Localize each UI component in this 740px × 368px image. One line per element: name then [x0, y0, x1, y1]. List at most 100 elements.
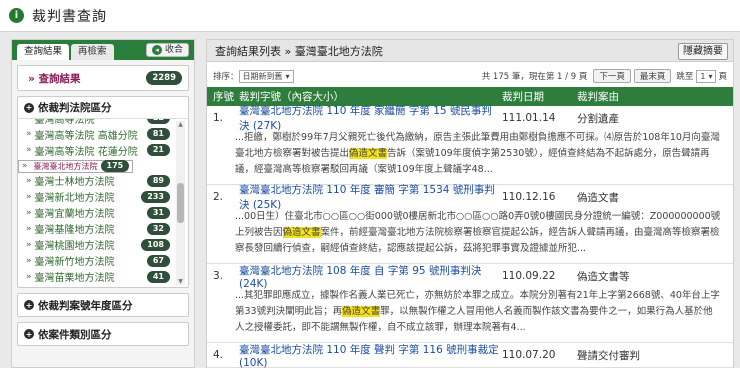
chevron-left-icon: ◂ [151, 45, 162, 55]
court-filter-item[interactable]: » 臺灣苗栗地方法院 41 [18, 269, 188, 285]
case-link[interactable]: 臺灣臺北地方法院 108 年度 自 字第 95 號刑事判決 (24K) [237, 263, 502, 290]
filter-sidebar: 查詢結果 再檢索 ◂ 收合 » 查詢結果 2289 + 依裁判法院區分 »臺灣高… [11, 39, 195, 368]
count-badge: 240 [141, 286, 170, 287]
court-name: 臺灣高等法院 高雄分院 [34, 130, 138, 142]
court-name: 臺灣高等法院 [34, 119, 95, 126]
count-badge: 175 [100, 160, 130, 172]
count-badge: 22 [146, 119, 170, 124]
court-filter-item[interactable]: » 臺灣士林地方法院 89 [18, 173, 188, 189]
judgment-cause: 分割遺產 [577, 112, 619, 125]
court-name: 臺灣宜蘭地方法院 [34, 209, 115, 220]
count-badge: 41 [146, 270, 170, 283]
case-link[interactable]: 臺灣臺北地方法院 110 年度 聲判 字第 116 號刑事裁定 (10K) [237, 342, 502, 368]
count-badge: 233 [141, 190, 170, 203]
chevron-down-icon: ▾ [285, 71, 290, 81]
court-name: 臺灣高等法院 花蓮分院 [34, 146, 138, 158]
page-title: 裁判書查詢 [32, 8, 107, 25]
count-badge: 108 [141, 238, 170, 251]
court-group-label: 依裁判法院區分 [38, 102, 112, 114]
court-name: 臺灣新竹地方法院 [34, 257, 115, 268]
sort-select[interactable]: 日期新到舊 ▾ [238, 69, 294, 83]
judgment-cause: 偽造文書等 [577, 270, 630, 283]
scroll-down-icon[interactable]: ▼ [176, 278, 185, 285]
double-chevron-right-icon: » [26, 239, 32, 250]
breadcrumb: 查詢結果列表 » 臺灣臺北地方法院 [215, 44, 383, 58]
court-filter-item[interactable]: » 臺灣新北地方法院 233 [18, 189, 188, 205]
info-icon: i [9, 8, 24, 23]
hide-summary-button[interactable]: 隱藏摘要 [678, 43, 728, 60]
summary-snippet: ...其犯罪即應成立，據製作名義人業已死亡，亦無妨於本罪之成立。本院分別著有21… [235, 288, 721, 336]
court-list: »臺灣高等法院22»臺灣高等法院 高雄分院81»臺灣高等法院 花蓮分院21»臺灣… [18, 119, 188, 287]
double-chevron-right-icon: » [26, 255, 32, 266]
scroll-up-icon[interactable]: ▲ [176, 121, 185, 128]
highlight-keyword: 偽造文書 [282, 227, 321, 238]
case-link[interactable]: 臺灣臺北地方法院 110 年度 審簡 字第 1534 號刑事判決 (25K) [237, 182, 502, 212]
type-group-header[interactable]: + 依案件類別區分 [18, 323, 188, 345]
chevron-down-icon: ▾ [708, 71, 713, 81]
collapse-button[interactable]: ◂ 收合 [145, 43, 189, 57]
court-filter-item[interactable]: » 臺灣高等法院 高雄分院 81 [18, 126, 188, 142]
last-page-button[interactable]: 最末頁 [633, 69, 672, 83]
column-header-cause: 裁判案由 [577, 91, 619, 103]
sort-select-value: 日期新到舊 [242, 71, 283, 81]
court-filter-item[interactable]: »臺灣臺中地方法院240 [18, 285, 188, 287]
court-filter-item[interactable]: » 臺灣臺北地方法院 175 [18, 159, 134, 173]
count-badge: 81 [146, 128, 170, 140]
result-summary-item[interactable]: » 查詢結果 2289 [18, 66, 188, 90]
court-filter-item[interactable]: » 臺灣宜蘭地方法院 31 [18, 205, 188, 221]
court-filter-item[interactable]: »臺灣高等法院 22 [18, 119, 188, 126]
row-number: 3. [213, 270, 224, 282]
results-table-body: 1. 臺灣臺北地方法院 110 年度 家繼簡 字第 15 號民事判決 (27K) 1… [207, 103, 733, 368]
results-panel: 查詢結果列表 » 臺灣臺北地方法院 隱藏摘要 排序： 日期新到舊 ▾ 共 175… [206, 39, 734, 368]
page-info: 共 175 筆，現在第 1 / 9 頁 [481, 72, 588, 82]
result-summary-label: » 查詢結果 [28, 72, 81, 85]
court-filter-item[interactable]: » 臺灣新竹地方法院 67 [18, 253, 188, 269]
court-name: 臺灣新北地方法院 [34, 193, 115, 204]
goto-unit: 頁 [718, 72, 727, 82]
double-chevron-right-icon: » [26, 145, 32, 155]
case-link[interactable]: 臺灣臺北地方法院 110 年度 家繼簡 字第 15 號民事判決 (27K) [237, 103, 502, 133]
judgment-date: 110.09.22 [502, 270, 556, 282]
result-row: 2. 臺灣臺北地方法院 110 年度 審簡 字第 1534 號刑事判決 (25K)… [207, 182, 733, 264]
court-group-header[interactable]: + 依裁判法院區分 [18, 97, 188, 119]
court-name: 臺灣臺北地方法院 [33, 161, 98, 171]
result-row: 3. 臺灣臺北地方法院 108 年度 自 字第 95 號刑事判決 (24K) 110… [207, 264, 733, 343]
count-badge: 21 [146, 144, 170, 156]
double-chevron-right-icon: » [26, 223, 32, 234]
highlight-keyword: 偽造文書 [342, 306, 381, 317]
court-filter-item[interactable]: » 臺灣基隆地方法院 32 [18, 221, 188, 237]
goto-label: 跳至 [676, 72, 694, 82]
result-summary: » 查詢結果 2289 [17, 65, 189, 91]
column-header-number: 序號 [213, 91, 234, 103]
summary-snippet: ...拒繳，鄭樹於99年7月父親死亡後代為繳納，原告主張此筆費用由鄭樹負擔應不可… [235, 130, 721, 178]
double-chevron-right-icon: » [22, 161, 28, 171]
type-filter-group: + 依案件類別區分 [17, 322, 189, 346]
judgment-date: 110.07.20 [502, 349, 556, 361]
judgment-date: 110.12.16 [502, 191, 556, 203]
double-chevron-right-icon: » [26, 119, 32, 123]
year-group-header[interactable]: + 依裁判案號年度區分 [18, 294, 188, 316]
judgment-cause: 偽造文書 [577, 191, 619, 204]
court-filter-item[interactable]: » 臺灣桃園地方法院 108 [18, 237, 188, 253]
year-filter-group: + 依裁判案號年度區分 [17, 293, 189, 317]
court-filter-item[interactable]: » 臺灣高等法院 花蓮分院 21 [18, 142, 188, 158]
result-row: 4. 臺灣臺北地方法院 110 年度 聲判 字第 116 號刑事裁定 (10K) 1… [207, 343, 733, 368]
sidebar-tabs: 查詢結果 再檢索 ◂ 收合 [12, 40, 194, 60]
row-number: 2. [213, 191, 224, 203]
count-badge: 32 [146, 222, 170, 235]
scrollbar-thumb[interactable] [177, 183, 184, 223]
tab-refine-search[interactable]: 再檢索 [71, 44, 114, 60]
collapse-label: 收合 [164, 45, 183, 55]
double-chevron-right-icon: » [26, 191, 32, 202]
tab-results[interactable]: 查詢結果 [17, 44, 70, 60]
sort-label: 排序： [213, 72, 239, 82]
next-page-button[interactable]: 下一頁 [593, 69, 631, 83]
column-header-date: 裁判日期 [502, 91, 544, 103]
goto-page-value: 1 [700, 71, 706, 81]
double-chevron-right-icon: » [26, 271, 32, 282]
double-chevron-right-icon: » [26, 129, 32, 139]
goto-page-select[interactable]: 1 ▾ [696, 69, 717, 83]
court-list-scrollbar[interactable]: ▲ ▼ [176, 121, 185, 285]
results-header: 查詢結果列表 » 臺灣臺北地方法院 隱藏摘要 [207, 40, 733, 62]
row-number: 4. [213, 349, 224, 361]
